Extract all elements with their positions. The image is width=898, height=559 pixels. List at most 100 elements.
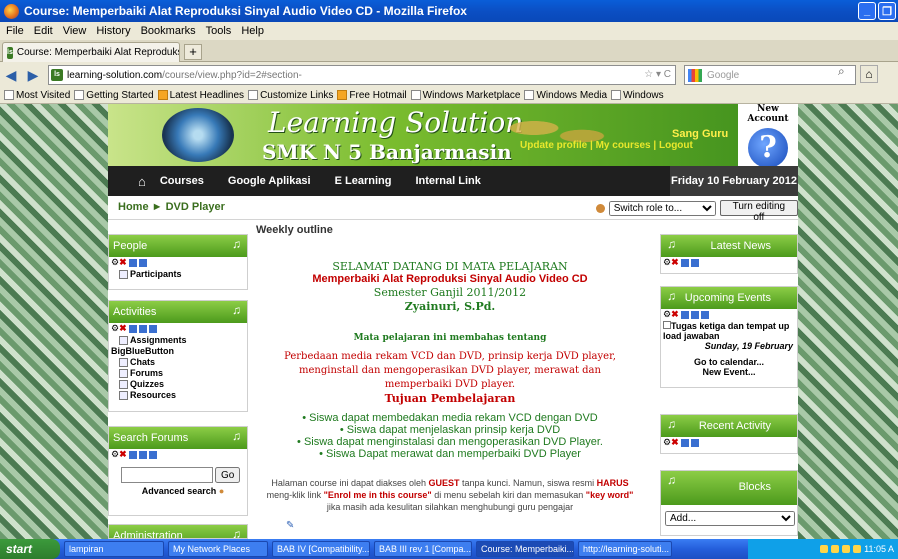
tray-icon[interactable] bbox=[853, 545, 862, 553]
bookmark-star-icon[interactable]: ☆ ▾ C bbox=[644, 69, 671, 80]
minimize-button[interactable]: _ bbox=[858, 2, 876, 20]
search-forums-input[interactable] bbox=[121, 467, 213, 483]
turn-editing-off-button[interactable]: Turn editing off bbox=[719, 200, 798, 223]
new-event-link[interactable]: New Event... bbox=[661, 367, 797, 377]
block-controls[interactable]: ⚙✖ bbox=[661, 437, 797, 449]
activity-bigbluebutton[interactable]: BigBlueButton bbox=[109, 346, 247, 357]
back-arrow-icon[interactable]: ◀ bbox=[0, 65, 22, 85]
activity-chats[interactable]: Chats bbox=[109, 357, 247, 368]
bookmarks-toolbar: Most Visited Getting Started Latest Head… bbox=[0, 88, 898, 104]
menu-view[interactable]: View bbox=[63, 25, 87, 37]
forward-arrow-icon[interactable]: ▶ bbox=[22, 65, 44, 85]
bookmark-getting-started[interactable]: Getting Started bbox=[74, 90, 154, 101]
nav-internal-link[interactable]: Internal Link bbox=[415, 175, 480, 187]
url-host: learning-solution.com bbox=[67, 69, 163, 81]
teacher-name: Zyainuri, S.Pd. bbox=[404, 300, 496, 313]
tray-icon[interactable] bbox=[820, 545, 829, 553]
home-icon[interactable]: ⌂ bbox=[860, 65, 878, 83]
upcoming-events-header: Upcoming Events ♫ bbox=[661, 287, 797, 309]
window-controls: _ ❐ bbox=[858, 2, 896, 20]
resource-icon bbox=[119, 391, 128, 401]
participants-link[interactable]: Participants bbox=[109, 269, 247, 280]
activity-resources[interactable]: Resources bbox=[109, 390, 247, 401]
advanced-search-link[interactable]: Advanced search ● bbox=[109, 486, 247, 497]
window-titlebar: Course: Memperbaiki Alat Reproduksi Siny… bbox=[0, 0, 898, 22]
search-icon[interactable]: ⌕ bbox=[838, 64, 845, 79]
current-date: Friday 10 February 2012 bbox=[670, 166, 798, 196]
administration-block: Administration ♫ bbox=[108, 524, 248, 539]
new-account-badge[interactable]: New Account ? bbox=[738, 104, 798, 168]
upcoming-events-block: Upcoming Events ♫ ⚙✖ Tugas ketiga dan tem… bbox=[660, 286, 798, 388]
go-to-calendar-link[interactable]: Go to calendar... bbox=[661, 357, 797, 367]
taskbar-item[interactable]: http://learning-soluti... bbox=[578, 541, 672, 557]
search-box[interactable]: Google bbox=[684, 65, 856, 85]
block-controls[interactable]: ⚙✖ bbox=[109, 323, 247, 335]
block-icon: ♫ bbox=[232, 237, 241, 251]
bookmark-windows-marketplace[interactable]: Windows Marketplace bbox=[410, 90, 520, 101]
menu-help[interactable]: Help bbox=[241, 25, 264, 37]
restore-button[interactable]: ❐ bbox=[878, 2, 896, 20]
tab-course[interactable]: ls Course: Memperbaiki Alat Reproduksi S… bbox=[2, 42, 180, 62]
block-controls[interactable]: ⚙✖ bbox=[109, 257, 247, 269]
search-forums-go-button[interactable]: Go bbox=[215, 467, 241, 483]
list-item: Siswa Dapat merawat dan memperbaiki DVD … bbox=[256, 448, 644, 460]
taskbar-item[interactable]: lampiran bbox=[64, 541, 164, 557]
bookmark-customize-links[interactable]: Customize Links bbox=[248, 90, 333, 101]
logout-link[interactable]: Logout bbox=[659, 140, 693, 151]
add-block-select[interactable]: Add... bbox=[665, 511, 795, 526]
taskbar-item[interactable]: Course: Memperbaiki... bbox=[476, 541, 574, 557]
course-title: Memperbaiki Alat Reproduksi Sinyal Audio… bbox=[312, 273, 588, 285]
tray-icon[interactable] bbox=[842, 545, 851, 553]
tray-icon[interactable] bbox=[831, 545, 840, 553]
activity-assignments[interactable]: Assignments bbox=[109, 335, 247, 346]
bookmark-most-visited[interactable]: Most Visited bbox=[4, 90, 70, 101]
msn-icon bbox=[337, 90, 348, 101]
block-icon: ♫ bbox=[667, 289, 676, 303]
taskbar-item[interactable]: My Network Places bbox=[168, 541, 268, 557]
block-icon: ♫ bbox=[232, 527, 241, 539]
activity-quizzes[interactable]: Quizzes bbox=[109, 379, 247, 390]
taskbar-item[interactable]: BAB IV [Compatibility... bbox=[272, 541, 370, 557]
menu-edit[interactable]: Edit bbox=[34, 25, 53, 37]
activity-forums[interactable]: Forums bbox=[109, 368, 247, 379]
new-account-label: New Account bbox=[747, 104, 789, 124]
menu-file[interactable]: File bbox=[6, 25, 24, 37]
address-bar[interactable]: ls learning-solution.com/course/view.php… bbox=[48, 65, 676, 85]
list-item: Siswa dapat menginstalasi dan mengoperas… bbox=[256, 436, 644, 448]
new-tab-button[interactable]: + bbox=[184, 44, 202, 60]
blocks-block: Blocks ♫ Add... bbox=[660, 470, 798, 536]
edit-pencil-icon[interactable]: ✎ bbox=[286, 520, 294, 531]
breadcrumb-home[interactable]: Home bbox=[118, 201, 149, 213]
list-item: Siswa dapat menjelaskan prinsip kerja DV… bbox=[256, 424, 644, 436]
nav-courses[interactable]: Courses bbox=[160, 175, 204, 187]
menu-bookmarks[interactable]: Bookmarks bbox=[141, 25, 196, 37]
nav-e-learning[interactable]: E Learning bbox=[335, 175, 392, 187]
topics-heading: Mata pelajaran ini membahas tentang bbox=[353, 333, 547, 343]
bookmark-latest-headlines[interactable]: Latest Headlines bbox=[157, 90, 244, 101]
block-controls[interactable]: ⚙✖ bbox=[661, 257, 797, 269]
switch-role-select[interactable]: Switch role to... bbox=[608, 200, 716, 216]
update-profile-link[interactable]: Update profile bbox=[520, 140, 587, 151]
event-link[interactable]: Tugas ketiga dan tempat up load jawaban bbox=[661, 321, 797, 341]
taskbar-item[interactable]: BAB III rev 1 [Compa... bbox=[374, 541, 472, 557]
block-controls[interactable]: ⚙✖ bbox=[661, 309, 797, 321]
people-block-header: People ♫ bbox=[109, 235, 247, 257]
menu-tools[interactable]: Tools bbox=[206, 25, 232, 37]
menu-history[interactable]: History bbox=[96, 25, 130, 37]
event-date: Sunday, 19 February bbox=[704, 341, 793, 351]
administration-header: Administration ♫ bbox=[109, 525, 247, 539]
home-icon[interactable]: ⌂ bbox=[138, 174, 146, 189]
start-button[interactable]: start bbox=[0, 539, 60, 559]
bookmark-windows-media[interactable]: Windows Media bbox=[524, 90, 607, 101]
event-icon bbox=[663, 321, 671, 329]
question-mark-icon: ? bbox=[748, 128, 788, 168]
breadcrumb-current[interactable]: DVD Player bbox=[166, 201, 225, 213]
block-controls[interactable]: ⚙✖ bbox=[109, 449, 247, 461]
bookmark-free-hotmail[interactable]: Free Hotmail bbox=[337, 90, 407, 101]
my-courses-link[interactable]: My courses bbox=[596, 140, 651, 151]
url-path: /course/view.php?id=2#section- bbox=[162, 69, 302, 81]
bookmark-windows[interactable]: Windows bbox=[611, 90, 664, 101]
firefox-icon bbox=[4, 3, 19, 19]
weekly-outline-section: Weekly outline SELAMAT DATANG DI MATA PE… bbox=[256, 220, 644, 539]
nav-google-aplikasi[interactable]: Google Aplikasi bbox=[228, 175, 311, 187]
